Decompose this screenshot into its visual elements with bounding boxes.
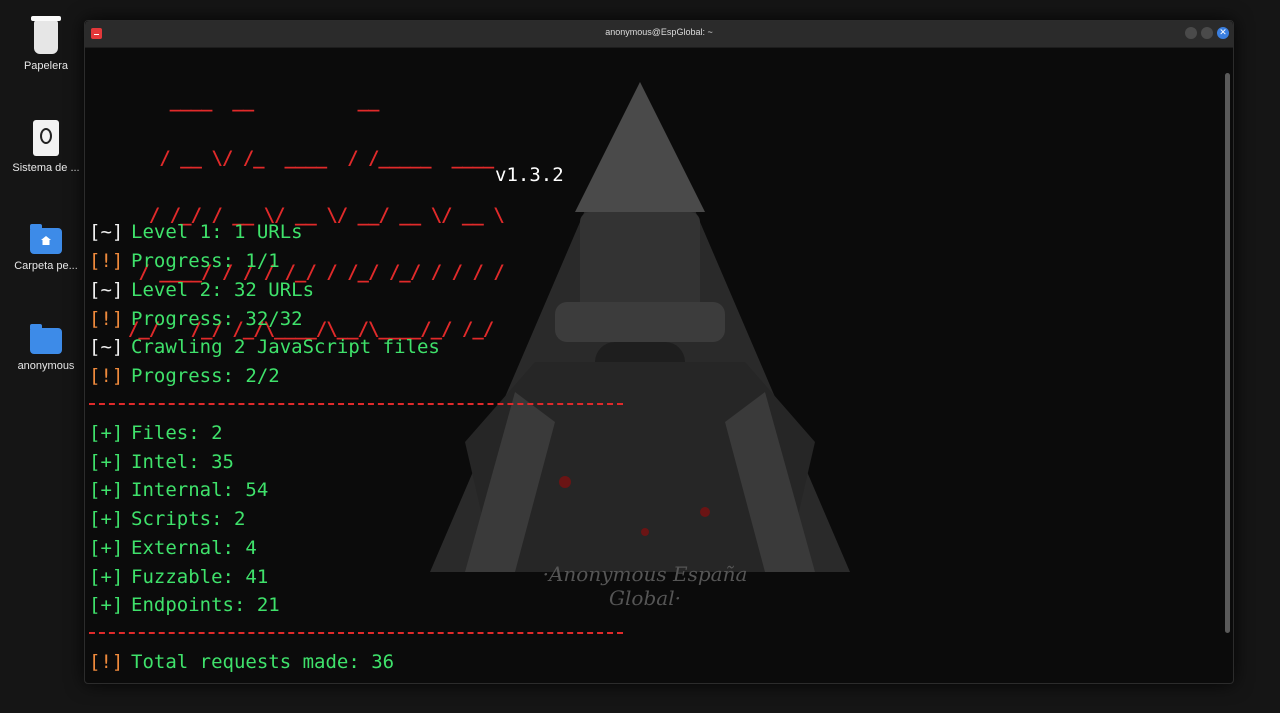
terminal-window[interactable]: anonymous@EspGlobal: ~ ✕ ·Anonymous Espa… bbox=[84, 20, 1234, 684]
minimize-button[interactable] bbox=[1185, 27, 1197, 39]
line-text: Internal: 54 bbox=[131, 479, 269, 501]
line-text: Intel: 35 bbox=[131, 451, 234, 473]
output-line: [+] Scripts: 2 bbox=[89, 507, 245, 531]
output-line: [+] Intel: 35 bbox=[89, 450, 234, 474]
system-icon bbox=[33, 120, 59, 156]
line-tag: [!] bbox=[89, 651, 124, 673]
line-text: Progress: 32/32 bbox=[131, 308, 303, 330]
desktop-icon-label: Carpeta pe... bbox=[14, 260, 78, 272]
desktop-icon-label: Papelera bbox=[23, 60, 69, 72]
separator-line bbox=[89, 632, 623, 634]
output-line: [~] Level 2: 32 URLs bbox=[89, 278, 314, 302]
line-tag: [~] bbox=[89, 336, 124, 358]
separator-line bbox=[89, 403, 623, 405]
line-tag: [~] bbox=[89, 221, 124, 243]
window-title: anonymous@EspGlobal: ~ bbox=[605, 27, 713, 37]
line-text: Fuzzable: 41 bbox=[131, 566, 269, 588]
line-text: Endpoints: 21 bbox=[131, 594, 280, 616]
line-tag: [!] bbox=[89, 365, 124, 387]
watermark-caption: ·Anonymous España Global· bbox=[542, 562, 748, 610]
output-line: [+] Files: 2 bbox=[89, 421, 223, 445]
line-text: Progress: 2/2 bbox=[131, 365, 280, 387]
desktop-icon-anonymous[interactable]: anonymous bbox=[8, 322, 84, 372]
line-text: External: 4 bbox=[131, 537, 257, 559]
line-tag: [+] bbox=[89, 508, 124, 530]
banner-line: ____ __ __ bbox=[107, 90, 380, 112]
output-line: [+] Fuzzable: 41 bbox=[89, 565, 268, 589]
desktop-icon-trash[interactable]: Papelera bbox=[8, 16, 84, 72]
output-line: [+] External: 4 bbox=[89, 536, 257, 560]
version-label: v1.3.2 bbox=[495, 164, 564, 186]
line-tag: [!] bbox=[89, 250, 124, 272]
line-text: Scripts: 2 bbox=[131, 508, 246, 530]
output-line: [!] Progress: 2/2 bbox=[89, 364, 280, 388]
line-tag: [~] bbox=[89, 279, 124, 301]
line-text: Crawling 2 JavaScript files bbox=[131, 336, 440, 358]
home-folder-icon bbox=[30, 224, 62, 254]
line-tag: [+] bbox=[89, 537, 124, 559]
output-line: [~] Level 1: 1 URLs bbox=[89, 220, 303, 244]
line-text: Files: 2 bbox=[131, 422, 223, 444]
output-line: [~] Crawling 2 JavaScript files bbox=[89, 335, 440, 359]
terminal-scrollbar[interactable] bbox=[1225, 73, 1230, 633]
line-text: Level 2: 32 URLs bbox=[131, 279, 315, 301]
line-tag: [+] bbox=[89, 422, 124, 444]
line-tag: [+] bbox=[89, 594, 124, 616]
desktop-icon-label: anonymous bbox=[17, 360, 75, 372]
line-tag: [!] bbox=[89, 308, 124, 330]
output-line: [+] Internal: 54 bbox=[89, 478, 268, 502]
line-tag: [+] bbox=[89, 479, 124, 501]
line-text: Level 1: 1 URLs bbox=[131, 221, 303, 243]
line-text: Progress: 1/1 bbox=[131, 250, 280, 272]
desktop-icon-home-folder[interactable]: Carpeta pe... bbox=[8, 222, 84, 272]
line-text: Total requests made: 36 bbox=[131, 651, 395, 673]
output-line: [!] Progress: 32/32 bbox=[89, 307, 303, 331]
output-line: [!] Progress: 1/1 bbox=[89, 249, 280, 273]
folder-icon bbox=[30, 324, 62, 354]
window-titlebar[interactable]: anonymous@EspGlobal: ~ ✕ bbox=[85, 21, 1233, 48]
trash-icon bbox=[31, 16, 61, 54]
terminal-content[interactable]: ·Anonymous España Global· ____ __ __ / _… bbox=[85, 48, 1221, 682]
line-tag: [+] bbox=[89, 566, 124, 588]
output-line: [!] Total requests made: 36 bbox=[89, 650, 394, 674]
desktop-icon-system[interactable]: Sistema de ... bbox=[8, 120, 84, 174]
banner-line: / __ \/ /_ ____ / /_____ ____ bbox=[107, 147, 494, 169]
close-button[interactable]: ✕ bbox=[1217, 27, 1229, 39]
output-line: [+] Endpoints: 21 bbox=[89, 593, 280, 617]
maximize-button[interactable] bbox=[1201, 27, 1213, 39]
line-tag: [+] bbox=[89, 451, 124, 473]
desktop-icon-label: Sistema de ... bbox=[12, 162, 80, 174]
